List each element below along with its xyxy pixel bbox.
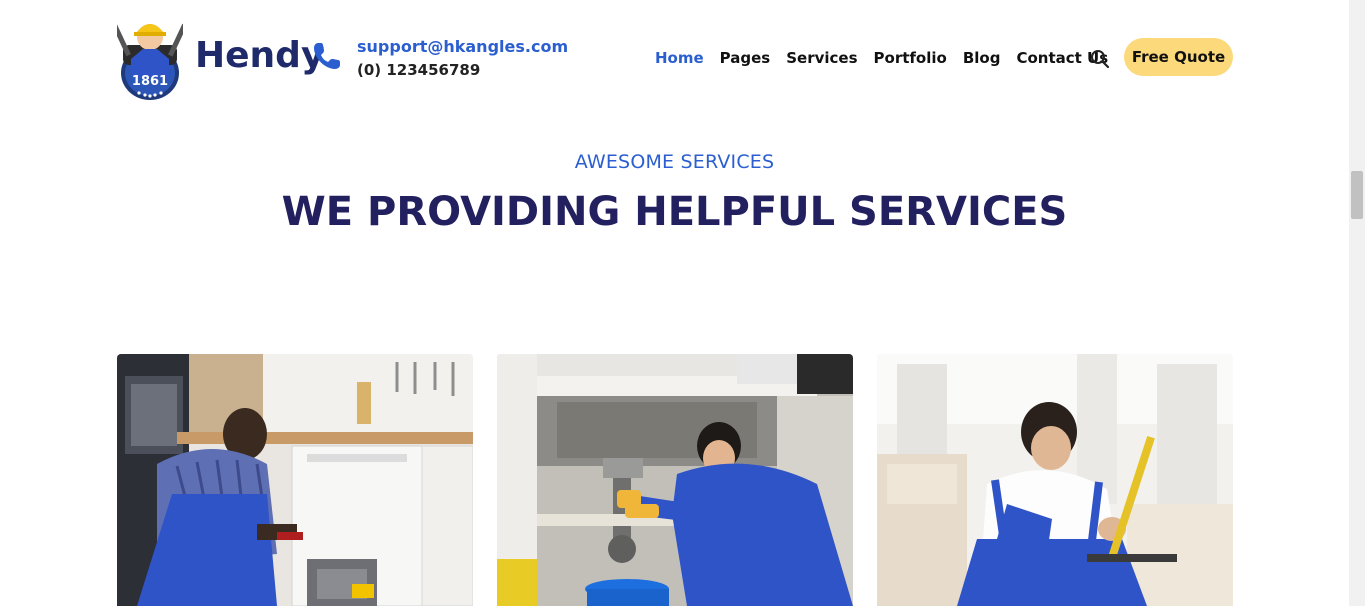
nav-portfolio[interactable]: Portfolio bbox=[874, 48, 947, 68]
brand-name[interactable]: Hendy bbox=[195, 34, 324, 78]
plumber-under-sink-photo bbox=[497, 354, 853, 606]
nav-blog[interactable]: Blog bbox=[963, 48, 1001, 68]
svg-text:1861: 1861 bbox=[132, 74, 168, 89]
main-nav: Home Pages Services Portfolio Blog Conta… bbox=[655, 48, 1124, 68]
section-heading: WE PROVIDING HELPFUL SERVICES bbox=[281, 189, 1068, 235]
support-email-link[interactable]: support@hkangles.com bbox=[357, 37, 568, 56]
phone-icon bbox=[314, 43, 340, 69]
technician-fixing-dishwasher-photo bbox=[117, 354, 473, 606]
service-card-2[interactable] bbox=[497, 354, 853, 606]
page: 1861 Hendy support@hkangles.com (0) 1234… bbox=[0, 0, 1349, 606]
nav-pages[interactable]: Pages bbox=[720, 48, 771, 68]
logo[interactable]: 1861 bbox=[117, 15, 183, 100]
scrollbar-thumb[interactable] bbox=[1351, 171, 1363, 219]
free-quote-button[interactable]: Free Quote bbox=[1124, 38, 1233, 76]
page-scrollbar[interactable] bbox=[1349, 0, 1365, 606]
service-card-1[interactable] bbox=[117, 354, 473, 606]
nav-home[interactable]: Home bbox=[655, 48, 704, 68]
phone-number[interactable]: (0) 123456789 bbox=[357, 61, 480, 79]
nav-services[interactable]: Services bbox=[786, 48, 857, 68]
carpenter-measuring-furniture-photo bbox=[877, 354, 1233, 606]
search-icon[interactable] bbox=[1090, 49, 1110, 69]
service-card-3[interactable] bbox=[877, 354, 1233, 606]
section-eyebrow: AWESOME SERVICES bbox=[574, 151, 775, 173]
